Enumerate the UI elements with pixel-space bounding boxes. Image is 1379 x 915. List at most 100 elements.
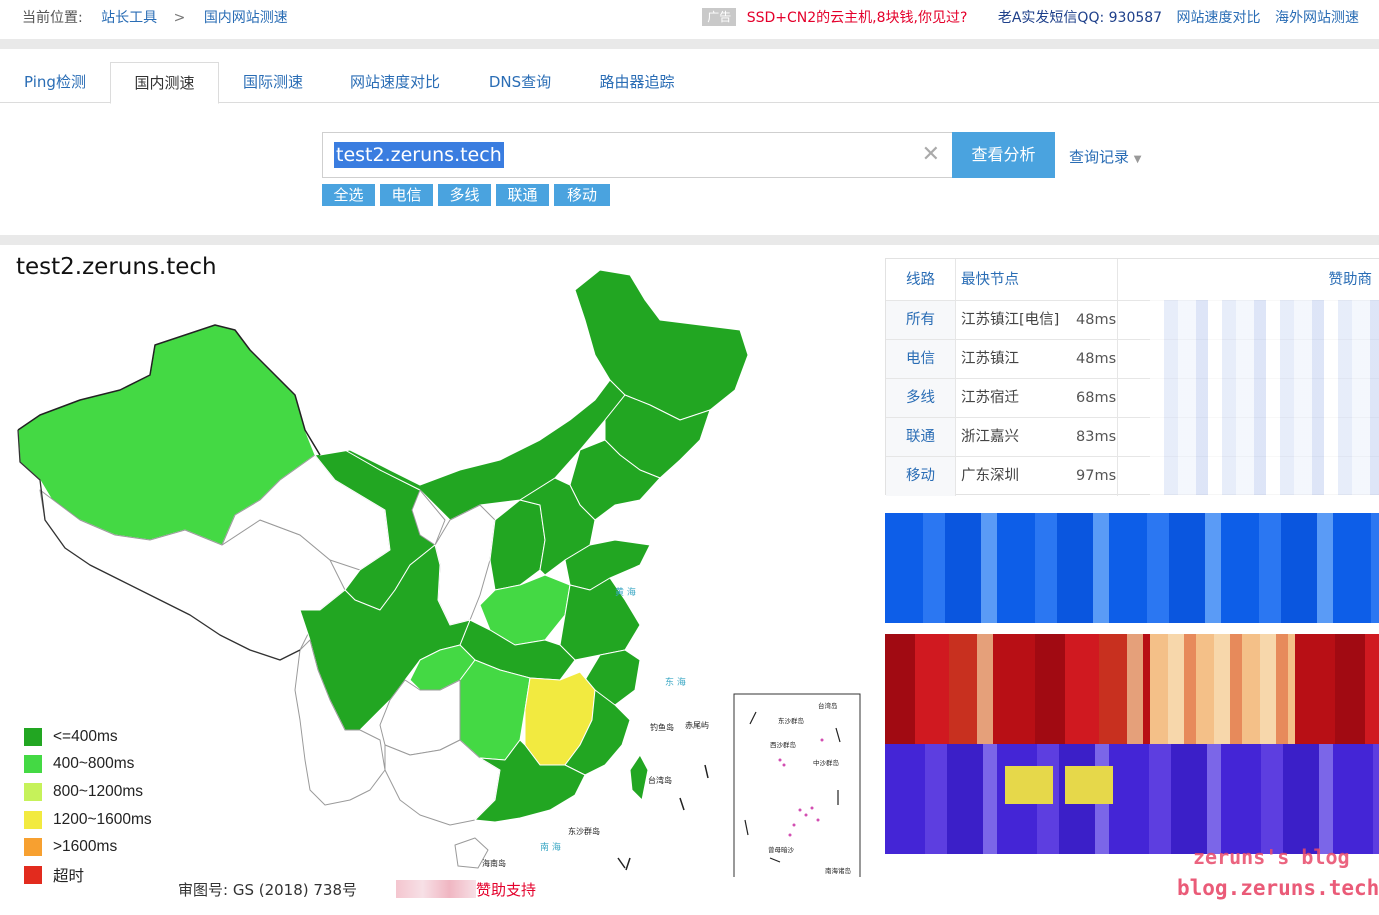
query-history-dropdown[interactable]: 查询记录 ▼	[1069, 146, 1142, 167]
row-time: 48ms	[1076, 351, 1117, 367]
legend-swatch	[24, 727, 42, 746]
filter-mobile-button[interactable]: 移动	[554, 184, 610, 206]
south-china-sea-inset: 台湾岛 东沙群岛 西沙群岛 中沙群岛 曾母暗沙 南海诸岛	[733, 693, 861, 877]
link-site-speed-compare[interactable]: 网站速度对比	[1177, 10, 1261, 26]
divider-bar	[0, 235, 1379, 245]
speed-legend: <=400ms 400~800ms 800~1200ms 1200~1600ms…	[24, 723, 152, 889]
tab-traceroute[interactable]: 路由器追踪	[584, 62, 690, 103]
breadcrumb: 当前位置: 站长工具 > 国内网站测速	[22, 7, 288, 27]
blurred-sponsor-name	[396, 880, 476, 898]
header-sponsor: 赞助商	[1328, 272, 1373, 288]
tab-dns-query[interactable]: DNS查询	[474, 62, 566, 103]
breadcrumb-link-webmaster-tools[interactable]: 站长工具	[101, 10, 157, 26]
row-node: 江苏镇江[电信]	[961, 312, 1060, 328]
blurred-sponsor-ads[interactable]	[1150, 300, 1379, 495]
watermark-blog-url: blog.zeruns.tech	[1177, 876, 1379, 900]
map-island-label: 钓鱼岛	[650, 722, 674, 732]
legend-swatch	[24, 755, 42, 774]
map-inset-label: 东沙群岛	[778, 716, 804, 725]
row-time: 83ms	[1076, 429, 1117, 445]
ad-badge: 广告	[702, 8, 737, 26]
sponsor-credit[interactable]: 赞助支持	[396, 879, 536, 900]
row-line: 电信	[886, 340, 956, 379]
map-inset-label: 中沙群岛	[813, 758, 839, 767]
filter-unicom-button[interactable]: 联通	[496, 184, 549, 206]
map-sea-label: 东 海	[665, 676, 686, 688]
clear-icon[interactable]: ✕	[922, 142, 940, 167]
legend-label: 400~800ms	[53, 755, 135, 773]
breadcrumb-link-domestic-speed[interactable]: 国内网站测速	[204, 10, 288, 26]
search-value[interactable]: test2.zeruns.tech	[334, 142, 504, 168]
map-island-label: 东沙群岛	[568, 826, 600, 836]
row-time: 97ms	[1076, 468, 1117, 484]
banner-ad-logo	[1005, 766, 1053, 804]
legend-label: 800~1200ms	[53, 782, 144, 800]
top-bar: 当前位置: 站长工具 > 国内网站测速 广告 SSD+CN2的云主机,8块钱,你…	[0, 0, 1379, 32]
legend-swatch	[24, 865, 42, 884]
breadcrumb-prefix: 当前位置:	[22, 10, 83, 26]
legend-item: 400~800ms	[24, 751, 152, 779]
legend-swatch	[24, 838, 42, 857]
row-line: 联通	[886, 418, 956, 457]
row-line: 所有	[886, 301, 956, 340]
row-time: 68ms	[1076, 390, 1117, 406]
banner-ad-blue[interactable]	[885, 513, 1379, 623]
caret-down-icon: ▼	[1133, 154, 1142, 165]
legend-item: <=400ms	[24, 723, 152, 751]
row-line: 移动	[886, 457, 956, 496]
link-overseas-speed-test[interactable]: 海外网站测速	[1275, 10, 1359, 26]
tab-international-speed[interactable]: 国际测速	[228, 62, 318, 103]
legend-label: 超时	[53, 867, 85, 885]
map-island-label: 台湾岛	[648, 775, 672, 785]
map-sea-label: 黄 海	[615, 586, 636, 598]
header-fastest-node: 最快节点	[961, 272, 1019, 288]
header-line: 线路	[886, 259, 956, 300]
legend-swatch	[24, 810, 42, 829]
map-island-label: 赤尾屿	[685, 721, 709, 730]
legend-swatch	[24, 782, 42, 801]
row-node: 江苏镇江	[961, 351, 1019, 367]
row-time: 48ms	[1076, 312, 1117, 328]
top-links: 广告 SSD+CN2的云主机,8块钱,你见过? 老A实发短信QQ: 930587…	[702, 7, 1359, 27]
ad-link[interactable]: SSD+CN2的云主机,8块钱,你见过?	[747, 10, 968, 26]
legend-label: <=400ms	[53, 727, 118, 745]
legend-item: 800~1200ms	[24, 778, 152, 806]
map-inset-label: 西沙群岛	[770, 740, 796, 749]
analyze-button[interactable]: 查看分析	[952, 132, 1055, 178]
tab-ping[interactable]: Ping检测	[10, 62, 100, 103]
map-sea-label: 南 海	[540, 841, 561, 853]
map-inset-label: 台湾岛	[818, 701, 838, 710]
tab-domestic-speed[interactable]: 国内测速	[110, 62, 219, 104]
legend-item: >1600ms	[24, 833, 152, 861]
table-header: 线路 最快节点 赞助商	[886, 259, 1379, 300]
banner-ad-red[interactable]	[885, 634, 1379, 744]
map-inset-label: 曾母暗沙	[768, 845, 795, 854]
breadcrumb-separator: >	[173, 10, 186, 26]
row-line: 多线	[886, 379, 956, 418]
search-input[interactable]: test2.zeruns.tech ✕	[322, 132, 953, 178]
watermark-blog-name: zeruns's blog	[1193, 845, 1350, 869]
filter-multiline-button[interactable]: 多线	[438, 184, 491, 206]
banner-ad-highlight	[1150, 634, 1295, 744]
filter-all-button[interactable]: 全选	[322, 184, 375, 206]
row-node: 江苏宿迁	[961, 390, 1019, 406]
query-history-label: 查询记录	[1069, 148, 1130, 166]
row-node: 广东深圳	[961, 468, 1019, 484]
banner-ad-logo	[1065, 766, 1113, 804]
legend-item: 超时	[24, 861, 152, 889]
map-inset-label: 南海诸岛	[825, 866, 851, 875]
divider-bar	[0, 39, 1379, 49]
row-node: 浙江嘉兴	[961, 429, 1019, 445]
tab-speed-compare[interactable]: 网站速度对比	[336, 62, 454, 103]
sponsor-credit-suffix: 赞助支持	[476, 881, 537, 899]
banner-ad-purple[interactable]	[885, 744, 1379, 854]
tool-tabs: Ping检测 国内测速 国际测速 网站速度对比 DNS查询 路由器追踪	[0, 62, 1379, 104]
legend-item: 1200~1600ms	[24, 806, 152, 834]
qq-contact-link[interactable]: 老A实发短信QQ: 930587	[998, 10, 1162, 26]
legend-label: 1200~1600ms	[53, 810, 152, 828]
map-region-shanxi	[489, 499, 546, 591]
map-island-label: 海南岛	[482, 858, 506, 868]
map-approval-number: 审图号: GS (2018) 738号	[178, 881, 358, 899]
filter-telecom-button[interactable]: 电信	[380, 184, 433, 206]
map-region-taiwan	[629, 754, 649, 801]
